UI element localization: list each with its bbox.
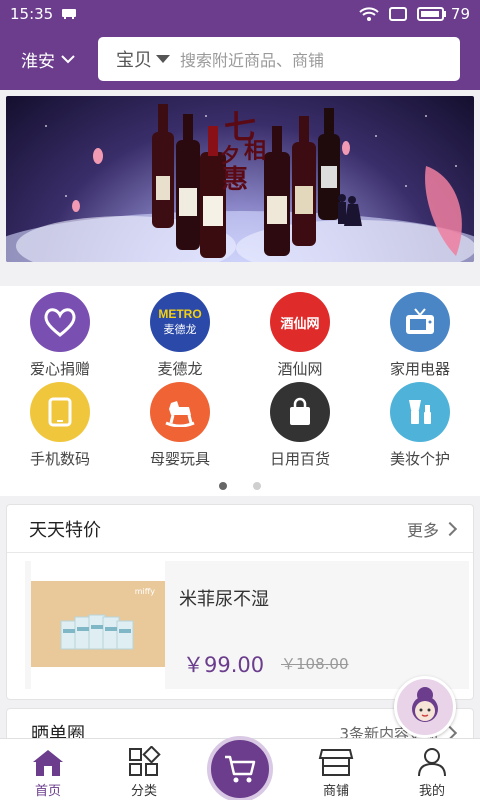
product-card[interactable]: miffy 米菲尿不湿 ￥99.00 ￥108.00 xyxy=(25,561,469,689)
metro-logo-text: METRO xyxy=(158,307,202,321)
category-label: 麦德龙 xyxy=(157,360,203,378)
tab-label: 分类 xyxy=(130,784,157,799)
dropdown-arrow-icon xyxy=(156,55,170,63)
search-bar[interactable]: 宝贝 搜索附近商品、商铺 xyxy=(98,37,460,81)
metro-logo-subtext: 麦德龙 xyxy=(163,323,197,336)
category-beauty[interactable]: 美妆个护 xyxy=(360,382,480,470)
category-digital[interactable]: 手机数码 xyxy=(0,382,120,470)
more-link[interactable]: 更多 xyxy=(406,517,458,541)
tab-label: 我的 xyxy=(418,784,445,799)
banner-char-3: 相 xyxy=(244,138,266,164)
category-grid: 爱心捐赠 METRO 麦德龙 麦德龙 酒仙网 酒仙网 家用电器 手机数码 母婴玩… xyxy=(0,286,480,496)
status-time: 15:35 xyxy=(10,5,54,23)
metro-logo: METRO 麦德龙 xyxy=(150,292,210,352)
category-donation[interactable]: 爱心捐赠 xyxy=(0,292,120,380)
store-icon xyxy=(318,749,354,776)
battery-icon xyxy=(416,7,446,21)
assistant-avatar-icon xyxy=(412,687,438,722)
search-placeholder: 搜索附近商品、商铺 xyxy=(180,51,325,70)
category-label: 家用电器 xyxy=(389,360,450,378)
category-jiuxian[interactable]: 酒仙网 酒仙网 xyxy=(240,292,360,380)
chevron-right-icon xyxy=(442,521,458,536)
daily-deals-header: 天天特价 更多 xyxy=(7,505,473,553)
product-price: ￥99.00 xyxy=(183,653,265,677)
status-bar: 15:35 79 xyxy=(0,0,480,28)
notification-icon xyxy=(62,9,77,19)
category-label: 爱心捐赠 xyxy=(29,360,90,378)
shopping-bag-icon xyxy=(270,382,330,442)
page-dot[interactable] xyxy=(253,482,261,490)
rocking-horse-icon xyxy=(150,382,210,442)
category-baby-toys[interactable]: 母婴玩具 xyxy=(120,382,240,470)
heart-icon xyxy=(30,292,90,352)
category-icon xyxy=(129,746,161,776)
tab-label: 商铺 xyxy=(322,784,349,799)
section-title: 天天特价 xyxy=(29,519,101,541)
screen-icon xyxy=(388,7,407,21)
banner-artwork: 七 夕 相 惠 xyxy=(6,104,474,262)
search-type-dropdown[interactable]: 宝贝 xyxy=(116,46,170,72)
battery-level: 79 xyxy=(450,5,470,23)
category-appliances[interactable]: 家用电器 xyxy=(360,292,480,380)
product-image-caption: miffy xyxy=(134,587,155,596)
page-dot-active[interactable] xyxy=(219,482,227,490)
product-original-price: ￥108.00 xyxy=(281,655,349,673)
banner-char-4: 惠 xyxy=(222,165,248,195)
city-selector[interactable]: 淮安 xyxy=(0,47,96,72)
product-name: 米菲尿不湿 xyxy=(179,589,269,610)
tv-icon xyxy=(390,292,450,352)
city-label: 淮安 xyxy=(21,51,55,72)
app-header: 15:35 79 淮安 宝贝 搜索附近商品、商铺 xyxy=(0,0,480,90)
tablet-icon xyxy=(30,382,90,442)
customer-service-button[interactable] xyxy=(394,676,456,738)
top-nav: 淮安 宝贝 搜索附近商品、商铺 xyxy=(0,34,480,84)
daily-deals-section: 天天特价 更多 miffy 米菲尿不湿 ￥99.00 ￥108.00 xyxy=(6,504,474,700)
wifi-icon xyxy=(359,7,379,21)
tab-mine[interactable]: 我的 xyxy=(384,739,480,800)
user-icon xyxy=(418,748,446,777)
category-label: 酒仙网 xyxy=(277,360,323,378)
cart-icon xyxy=(225,755,256,783)
category-label: 美妆个护 xyxy=(389,450,450,468)
category-label: 母婴玩具 xyxy=(149,450,210,468)
tab-label: 首页 xyxy=(34,784,61,799)
page-indicator xyxy=(0,482,480,490)
category-metro[interactable]: METRO 麦德龙 麦德龙 xyxy=(120,292,240,380)
category-label: 手机数码 xyxy=(29,450,90,468)
jiuxian-logo-text: 酒仙网 xyxy=(280,316,320,332)
cosmetics-icon xyxy=(390,382,450,442)
more-label: 更多 xyxy=(406,520,439,540)
tab-category[interactable]: 分类 xyxy=(96,739,192,800)
chevron-down-icon xyxy=(61,55,75,64)
category-label: 日用百货 xyxy=(269,450,330,468)
product-image: miffy xyxy=(31,561,165,689)
promo-banner[interactable]: 七 夕 相 惠 xyxy=(6,96,474,262)
category-daily-goods[interactable]: 日用百货 xyxy=(240,382,360,470)
tab-home[interactable]: 首页 xyxy=(0,739,96,800)
search-type-label: 宝贝 xyxy=(116,50,152,71)
jiuxian-logo: 酒仙网 xyxy=(270,292,330,352)
tab-store[interactable]: 商铺 xyxy=(288,739,384,800)
cart-button[interactable] xyxy=(207,736,273,800)
banner-char-2: 夕 xyxy=(220,143,240,167)
home-icon xyxy=(33,750,63,776)
